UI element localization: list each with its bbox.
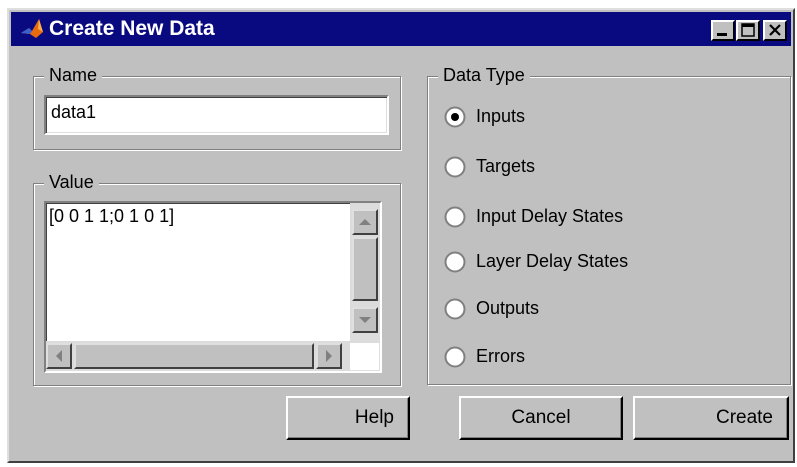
arrow-right-icon: [326, 350, 332, 362]
radio-label: Inputs: [476, 106, 526, 126]
scroll-left-button[interactable]: [46, 343, 72, 369]
scroll-right-button[interactable]: [316, 343, 342, 369]
radio-label: Errors: [476, 346, 525, 366]
name-field-value: data1: [51, 102, 97, 122]
name-legend: Name: [44, 64, 103, 86]
scroll-up-button[interactable]: [352, 209, 378, 235]
horizontal-scroll-thumb[interactable]: [74, 343, 314, 369]
radio-selected-icon: [444, 106, 466, 128]
radio-unselected-icon: [444, 206, 466, 228]
value-textarea[interactable]: [0 0 1 1;0 1 0 1]: [44, 201, 382, 373]
matlab-logo-icon: [21, 19, 43, 38]
radio-label: Targets: [476, 156, 536, 176]
radio-label: Input Delay States: [476, 206, 624, 226]
help-button[interactable]: Help: [286, 396, 410, 440]
maximize-icon: [741, 23, 755, 37]
close-icon: [769, 24, 781, 36]
value-group: Value [0 0 1 1;0 1 0 1]: [33, 171, 401, 386]
cancel-button[interactable]: Cancel: [459, 396, 623, 440]
data-type-legend: Data Type: [438, 64, 530, 86]
title-bar[interactable]: Create New Data: [11, 12, 791, 46]
arrow-up-icon: [359, 219, 371, 225]
radio-unselected-icon: [444, 298, 466, 320]
value-textarea-content: [0 0 1 1;0 1 0 1]: [49, 206, 175, 226]
arrow-left-icon: [56, 350, 62, 362]
minimize-button[interactable]: [711, 20, 735, 41]
scroll-down-button[interactable]: [352, 307, 378, 333]
radio-unselected-icon: [444, 156, 466, 178]
arrow-down-icon: [359, 317, 371, 323]
minimize-icon: [717, 33, 727, 36]
create-button[interactable]: Create: [633, 396, 789, 440]
vertical-scroll-thumb[interactable]: [352, 237, 378, 301]
close-button[interactable]: [763, 20, 787, 41]
data-type-group: Data Type Inputs Targets Input Delay Sta…: [427, 64, 791, 385]
radio-unselected-icon: [444, 346, 466, 368]
radio-label: Layer Delay States: [476, 251, 629, 271]
name-group: Name data1: [33, 64, 401, 150]
name-field[interactable]: data1: [44, 95, 389, 135]
radio-unselected-icon: [444, 251, 466, 273]
window-title: Create New Data: [49, 17, 215, 40]
create-new-data-window: Create New Data Name data1 Value [0 0 1 …: [7, 8, 795, 463]
maximize-button[interactable]: [736, 20, 760, 41]
radio-label: Outputs: [476, 298, 540, 318]
value-legend: Value: [44, 171, 99, 193]
